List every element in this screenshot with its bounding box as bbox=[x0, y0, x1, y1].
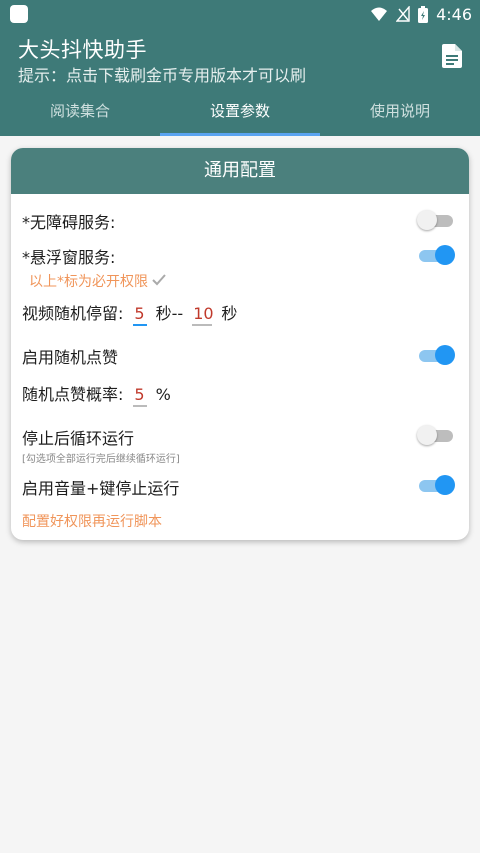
loop-run-toggle[interactable] bbox=[417, 424, 455, 445]
like-rate-input[interactable]: 5 bbox=[132, 385, 147, 407]
no-signal-icon bbox=[396, 6, 410, 22]
accessibility-service-label: *无障碍服务: bbox=[22, 213, 116, 232]
like-rate-label: 随机点赞概率: bbox=[22, 385, 124, 404]
app-bar: 大头抖快助手 提示：点击下载刷金币专用版本才可以刷 阅读集合 设置参数 使用说明 bbox=[0, 28, 480, 136]
required-note-text: 以上*标为必开权限 bbox=[29, 274, 148, 290]
random-like-toggle[interactable] bbox=[417, 344, 455, 365]
video-stay-label: 视频随机停留: bbox=[22, 304, 124, 323]
wifi-icon bbox=[371, 7, 388, 21]
required-permissions-note: 以上*标为必开权限 bbox=[29, 271, 167, 291]
like-rate-row: 随机点赞概率: 5 % bbox=[22, 381, 171, 407]
tab-bar: 阅读集合 设置参数 使用说明 bbox=[0, 92, 480, 136]
general-config-card: 通用配置 *无障碍服务: *悬浮窗服务: 以上*标为必开权限 视频随机停留: 5… bbox=[11, 148, 469, 540]
status-bar: 4:46 bbox=[0, 0, 480, 28]
app-notification-icon bbox=[10, 5, 28, 23]
video-stay-unit: 秒 bbox=[221, 304, 238, 323]
config-footer-note: 配置好权限再运行脚本 bbox=[22, 514, 162, 530]
like-rate-unit: % bbox=[155, 385, 171, 404]
document-icon[interactable] bbox=[442, 44, 462, 68]
video-stay-max-input[interactable]: 10 bbox=[192, 304, 214, 326]
video-stay-min-input[interactable]: 5 bbox=[132, 304, 147, 326]
tab-instructions[interactable]: 使用说明 bbox=[320, 92, 480, 136]
app-title: 大头抖快助手 bbox=[18, 38, 147, 62]
floating-window-service-toggle[interactable] bbox=[417, 244, 455, 265]
video-stay-separator: 秒-- bbox=[155, 304, 184, 323]
tab-settings[interactable]: 设置参数 bbox=[160, 92, 320, 136]
loop-run-hint: [勾选项全部运行完后继续循环运行] bbox=[22, 454, 180, 465]
loop-run-label: 停止后循环运行 bbox=[22, 429, 135, 448]
floating-window-service-label: *悬浮窗服务: bbox=[22, 248, 116, 267]
battery-charging-icon bbox=[418, 5, 429, 23]
video-stay-row: 视频随机停留: 5 秒-- 10 秒 bbox=[22, 300, 237, 326]
status-icons: 4:46 bbox=[370, 4, 472, 24]
checkmark-icon bbox=[152, 274, 167, 286]
status-time: 4:46 bbox=[436, 4, 472, 24]
accessibility-service-toggle[interactable] bbox=[417, 209, 455, 230]
tab-reading-collection[interactable]: 阅读集合 bbox=[0, 92, 160, 136]
random-like-label: 启用随机点赞 bbox=[22, 348, 119, 367]
volume-stop-label: 启用音量+键停止运行 bbox=[22, 479, 180, 498]
app-subtitle[interactable]: 提示：点击下载刷金币专用版本才可以刷 bbox=[18, 62, 306, 86]
card-title: 通用配置 bbox=[11, 148, 469, 194]
volume-stop-toggle[interactable] bbox=[417, 474, 455, 495]
